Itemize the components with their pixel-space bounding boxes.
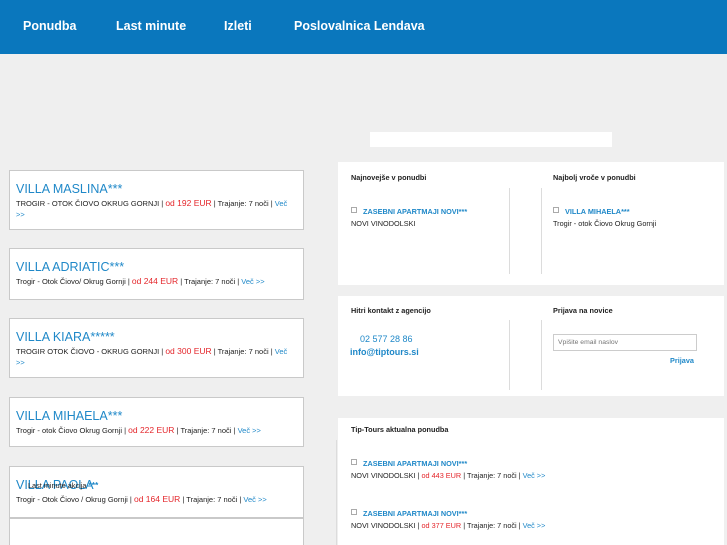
listing-card[interactable]: VILLA PAOLA Trogir - Otok Čiovo / Okrug … — [9, 466, 304, 518]
najbolj-heading: Najbolj vroče v ponudbi — [553, 173, 636, 182]
aktualna-heading: Tip-Tours aktualna ponudba — [351, 425, 449, 434]
listing-title[interactable]: VILLA KIARA***** — [16, 330, 297, 344]
white-banner-box — [370, 132, 612, 147]
newsletter-email-input[interactable] — [553, 334, 697, 351]
listing-price: od 222 EUR — [128, 425, 175, 435]
kontakt-heading: Hitri kontakt z agencijo — [351, 306, 431, 315]
najnovejse-heading: Najnovejše v ponudbi — [351, 173, 427, 182]
column-divider — [336, 440, 337, 545]
listing-title[interactable]: VILLA ADRIATIC*** — [16, 260, 297, 274]
aktualna-item[interactable]: ZASEBNI APARTMAJI NOVI*** NOVI VINODOLSK… — [351, 453, 545, 481]
listing-card-partial — [9, 518, 304, 545]
overlay-label-text: Last minute akcija — [28, 481, 87, 490]
aktualna-details: NOVI VINODOLSKI | od 377 EUR | Trajanje:… — [351, 521, 546, 530]
listing-more-link[interactable]: Več >> — [243, 495, 266, 504]
listing-description: Trogir - Otok Čiovo / Okrug Gornji | od … — [16, 494, 267, 504]
listing-description: Trogir - otok Čiovo Okrug Gornji | od 22… — [16, 425, 261, 435]
listing-price: od 244 EUR — [131, 276, 179, 286]
listing-card[interactable]: VILLA MIHAELA*** Trogir - otok Čiovo Okr… — [9, 397, 304, 447]
listing-card[interactable]: VILLA MASLINA*** TROGIR - OTOK ČIOVO OKR… — [9, 170, 304, 230]
overlay-stars: *** — [88, 480, 99, 490]
square-bullet-icon — [351, 458, 357, 465]
aktualna-price: od 377 EUR — [421, 521, 462, 530]
listing-description: Trogir - Otok Čiovo/ Okrug Gornji | od 2… — [16, 276, 265, 286]
listing-more-link[interactable]: Več >> — [238, 426, 261, 435]
square-bullet-icon — [553, 206, 559, 213]
listing-price: od 164 EUR — [133, 494, 181, 504]
listing-title[interactable]: VILLA MIHAELA*** — [16, 409, 297, 423]
column-divider — [541, 188, 542, 274]
listing-card[interactable]: VILLA KIARA***** TROGIR OTOK ČIOVO - OKR… — [9, 318, 304, 378]
aktualna-details: NOVI VINODOLSKI | od 443 EUR | Trajanje:… — [351, 471, 546, 480]
last-minute-overlay-label: Last minute akcija *** — [28, 480, 98, 490]
najbolj-location: Trogir - otok Čiovo Okrug Gornji — [553, 219, 657, 228]
contact-phone[interactable]: 02 577 28 86 — [360, 334, 413, 344]
aktualna-item[interactable]: ZASEBNI APARTMAJI NOVI*** NOVI VINODOLSK… — [351, 503, 545, 531]
najnovejse-link[interactable]: ZASEBNI APARTMAJI NOVI*** — [363, 207, 467, 216]
column-divider — [509, 320, 510, 390]
aktualna-price: od 443 EUR — [421, 471, 462, 480]
aktualna-more-link[interactable]: Več >> — [523, 471, 546, 480]
aktualna-link[interactable]: ZASEBNI APARTMAJI NOVI*** — [363, 459, 467, 468]
column-divider — [509, 188, 510, 274]
listing-title[interactable]: VILLA MASLINA*** — [16, 182, 297, 196]
listing-card[interactable]: VILLA ADRIATIC*** Trogir - Otok Čiovo/ O… — [9, 248, 304, 300]
column-divider — [541, 320, 542, 390]
listing-price: od 192 EUR — [165, 198, 212, 208]
aktualna-link[interactable]: ZASEBNI APARTMAJI NOVI*** — [363, 509, 467, 518]
listing-more-link[interactable]: Več >> — [241, 277, 264, 286]
square-bullet-icon — [351, 206, 357, 213]
nav-last-minute[interactable]: Last minute — [116, 19, 186, 33]
listing-price: od 300 EUR — [165, 346, 212, 356]
square-bullet-icon — [351, 508, 357, 515]
novice-heading: Prijava na novice — [553, 306, 613, 315]
newsletter-submit-button[interactable]: Prijava — [670, 356, 694, 365]
najnovejse-location: NOVI VINODOLSKI — [351, 219, 416, 228]
najbolj-item[interactable]: VILLA MIHAELA*** Trogir - otok Čiovo Okr… — [553, 201, 656, 229]
nav-ponudba[interactable]: Ponudba — [23, 19, 76, 33]
najbolj-link[interactable]: VILLA MIHAELA*** — [565, 207, 630, 216]
nav-poslovalnica-lendava[interactable]: Poslovalnica Lendava — [294, 19, 425, 33]
listing-description: TROGIR - OTOK ČIOVO OKRUG GORNJI | od 19… — [16, 198, 288, 219]
listing-description: TROGIR OTOK ČIOVO - OKRUG GORNJI | od 30… — [16, 346, 288, 367]
aktualna-more-link[interactable]: Več >> — [523, 521, 546, 530]
contact-email[interactable]: info@tiptours.si — [350, 347, 419, 357]
top-navigation-bar: Ponudba Last minute Izleti Poslovalnica … — [0, 0, 727, 54]
najnovejse-item[interactable]: ZASEBNI APARTMAJI NOVI*** NOVI VINODOLSK… — [351, 201, 467, 229]
nav-izleti[interactable]: Izleti — [224, 19, 252, 33]
